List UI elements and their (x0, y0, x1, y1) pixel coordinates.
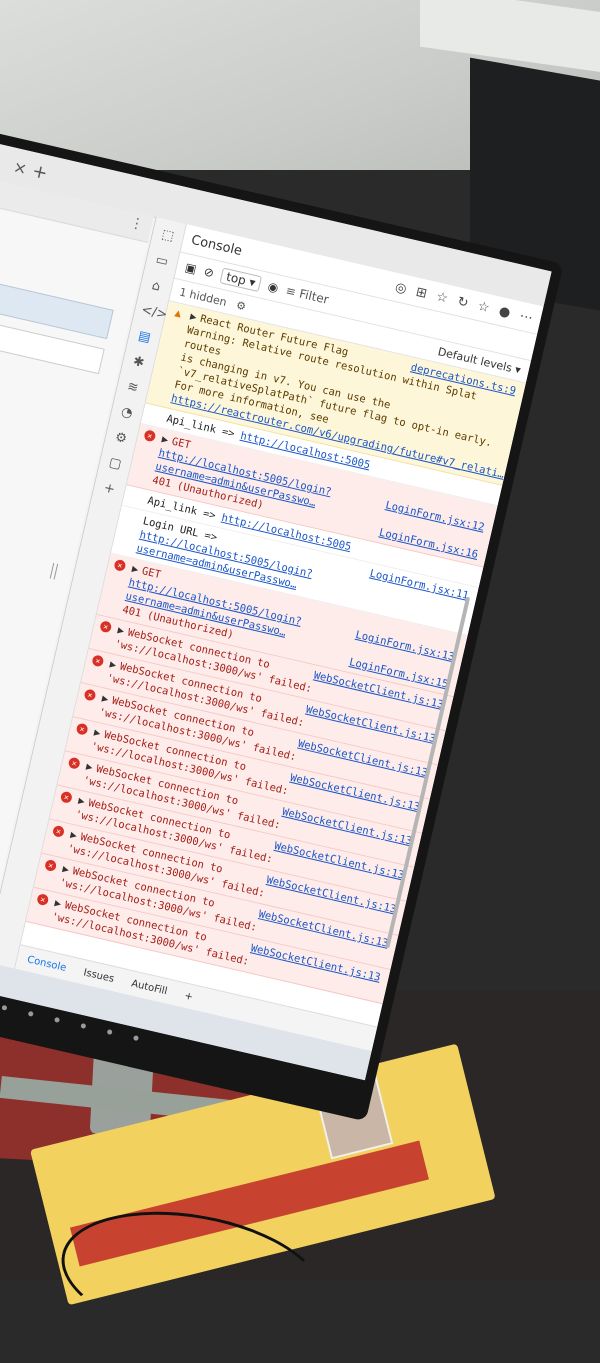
expand-arrow-icon[interactable]: ▶ (101, 692, 110, 705)
drawer-tab-autofill[interactable]: AutoFill (130, 978, 168, 997)
performance-icon[interactable]: ◔ (116, 404, 137, 424)
extension-icon[interactable]: ◎ (394, 279, 408, 296)
expand-arrow-icon[interactable]: ▶ (93, 727, 102, 740)
console-icon[interactable]: ▤ (134, 328, 155, 348)
settings-gear-icon[interactable]: ⚙ (235, 298, 248, 313)
star-icon[interactable]: ☆ (435, 289, 450, 306)
monitor-button-icon[interactable] (1, 1004, 8, 1011)
error-icon: ✕ (113, 558, 127, 572)
network-wifi-icon[interactable]: ≋ (122, 378, 143, 398)
context-label: top (224, 269, 248, 288)
avatar[interactable]: ● (497, 303, 511, 320)
device-toolbar-icon[interactable]: ▭ (151, 252, 172, 272)
clear-console-icon[interactable]: ⊘ (203, 264, 216, 280)
memory-gear-icon[interactable]: ⚙ (110, 429, 131, 449)
expand-arrow-icon[interactable]: ▶ (109, 658, 118, 671)
expand-arrow-icon[interactable]: ▶ (189, 310, 198, 323)
error-icon: ✕ (51, 824, 66, 838)
filter-placeholder: Filter (297, 286, 331, 307)
more-tools-plus-icon[interactable]: + (99, 480, 120, 500)
application-icon[interactable]: ▢ (104, 454, 125, 474)
welcome-icon[interactable]: ⌂ (145, 277, 166, 297)
expand-arrow-icon[interactable]: ▶ (77, 795, 86, 808)
expand-arrow-icon[interactable]: ▶ (61, 863, 70, 876)
expand-arrow-icon[interactable]: ▶ (116, 624, 125, 637)
expand-arrow-icon[interactable]: ▶ (161, 433, 170, 446)
warning-icon: ▲ (173, 305, 183, 321)
power-button-icon[interactable] (132, 1035, 139, 1042)
panel-title: Console (189, 232, 244, 259)
monitor: × + ⋮ ⬚ ▭ ⌂ </> ▤ ✱ ≋ ◔ ⚙ ▢ + Console ◎ … (0, 120, 564, 1122)
error-icon: ✕ (59, 790, 73, 804)
expand-arrow-icon[interactable]: ▶ (53, 897, 62, 910)
add-drawer-tab-icon[interactable]: + (183, 990, 194, 1003)
drawer-tab-issues[interactable]: Issues (82, 967, 115, 985)
error-icon: ✕ (75, 722, 89, 736)
more-options-icon[interactable]: ⋮ (128, 215, 145, 234)
splitter-grip-icon[interactable] (49, 562, 59, 580)
refresh-icon[interactable]: ↻ (456, 294, 470, 311)
context-selector[interactable]: top ▾ (219, 267, 262, 293)
error-icon: ✕ (36, 893, 50, 907)
error-icon: ✕ (143, 429, 157, 443)
error-icon: ✕ (67, 756, 81, 770)
monitor-button-icon[interactable] (80, 1022, 87, 1029)
monitor-screen: × + ⋮ ⬚ ▭ ⌂ </> ▤ ✱ ≋ ◔ ⚙ ▢ + Console ◎ … (0, 131, 552, 1081)
collections-icon[interactable]: ☆ (476, 298, 491, 315)
expand-arrow-icon[interactable]: ▶ (69, 829, 78, 842)
expand-arrow-icon[interactable]: ▶ (85, 761, 94, 774)
expand-arrow-icon[interactable]: ▶ (131, 563, 140, 576)
elements-icon[interactable]: </> (140, 302, 169, 323)
inspect-icon[interactable]: ⬚ (157, 226, 178, 246)
eye-icon[interactable]: ◉ (266, 279, 279, 295)
monitor-button-icon[interactable] (106, 1029, 113, 1036)
sources-bug-icon[interactable]: ✱ (128, 353, 149, 373)
puzzle-icon[interactable]: ⊞ (414, 284, 428, 301)
more-icon[interactable]: ⋯ (518, 308, 534, 326)
filter-input[interactable]: ≡ Filter (284, 283, 330, 306)
monitor-button-icon[interactable] (27, 1010, 34, 1017)
error-icon: ✕ (91, 654, 105, 668)
monitor-button-icon[interactable] (54, 1016, 61, 1023)
new-tab-icon[interactable]: + (27, 159, 53, 184)
drawer-tab-console[interactable]: Console (26, 954, 67, 974)
error-icon: ✕ (99, 620, 113, 634)
sidebar-toggle-icon[interactable]: ▣ (184, 260, 198, 276)
error-icon: ✕ (44, 858, 58, 873)
error-icon: ✕ (83, 688, 97, 702)
